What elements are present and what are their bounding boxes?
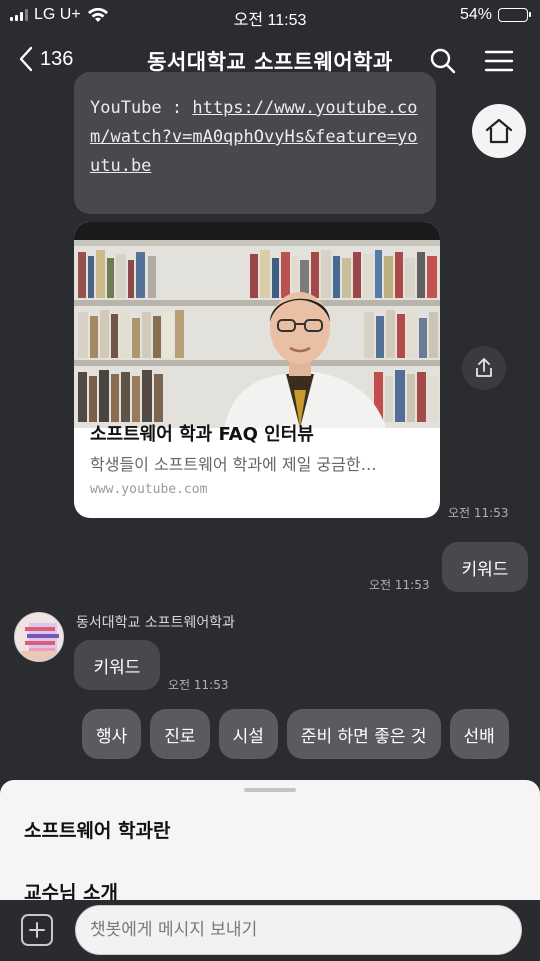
user-message-bubble: 키워드 [442,542,528,592]
link-message-bubble: YouTube : https://www.youtube.com/watch?… [74,72,436,214]
attach-button[interactable] [21,914,53,946]
card-domain: www.youtube.com [90,482,208,497]
quick-reply-chip[interactable]: 선배 [449,709,509,759]
home-icon [485,118,513,144]
menu-icon[interactable] [484,46,514,76]
plus-icon [29,922,45,938]
sheet-menu-item[interactable]: 교수님 소개 [24,878,118,900]
battery-percent: 54% [459,6,492,23]
quick-reply-chip[interactable]: 진로 [150,709,210,759]
link-prefix: YouTube : [90,98,193,118]
status-bar: LG U+ 오전 11:53 54% [0,0,540,32]
quick-reply-chip[interactable]: 준비 하면 좋은 것 [286,709,441,759]
user-message-timestamp: 오전 11:53 [369,578,430,592]
bot-sender-name: 동서대학교 소프트웨어학과 [76,615,236,631]
quick-reply-chip[interactable]: 시설 [218,709,278,759]
message-input-bar [0,900,540,961]
quick-reply-chip[interactable]: 행사 [82,709,142,759]
bot-message-timestamp: 오전 11:53 [168,678,229,692]
bot-avatar[interactable] [14,612,64,662]
quick-reply-list: 행사 진로 시설 준비 하면 좋은 것 선배 [82,709,509,759]
search-icon[interactable] [428,46,458,76]
video-preview-card[interactable]: 소프트웨어 학과 FAQ 인터뷰 학생들이 소프트웨어 학과에 제일 궁금한… … [74,222,440,518]
share-icon [476,358,492,377]
video-thumbnail [74,240,440,428]
thumbnail-illustration [74,240,440,428]
message-input[interactable] [75,905,522,955]
sheet-menu-item[interactable]: 소프트웨어 학과란 [24,816,170,843]
home-button[interactable] [472,104,526,158]
menu-bottom-sheet: 소프트웨어 학과란 교수님 소개 [0,780,540,900]
bot-message-bubble: 키워드 [74,640,160,690]
card-timestamp: 오전 11:53 [448,506,509,520]
sheet-drag-handle[interactable] [244,788,296,792]
battery-icon [498,8,531,22]
share-button[interactable] [462,346,506,390]
status-right: 54% [459,6,531,24]
card-description: 학생들이 소프트웨어 학과에 제일 궁금한… [90,455,377,474]
card-title: 소프트웨어 학과 FAQ 인터뷰 [90,424,314,445]
avatar-image [15,613,63,661]
card-top-bar [74,222,440,240]
